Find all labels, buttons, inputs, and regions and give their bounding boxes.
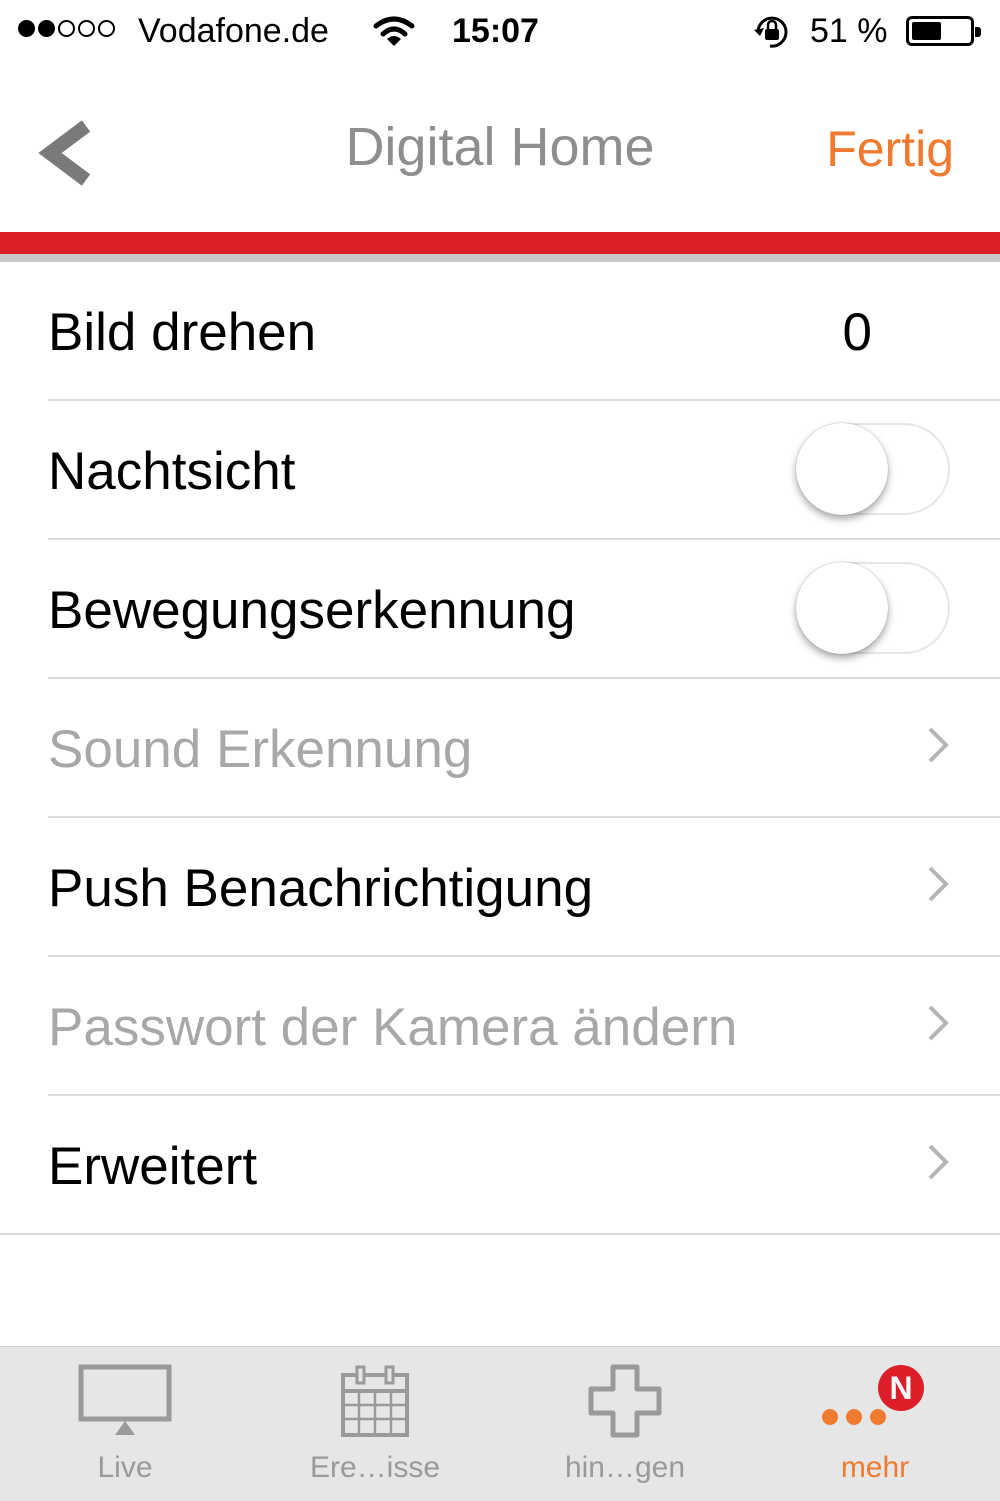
chevron-right-icon — [928, 1144, 949, 1180]
setting-label: Nachtsicht — [48, 442, 296, 501]
settings-list: Bild drehen 0 Nachtsicht Bewegungserkenn… — [0, 262, 1000, 1235]
status-time: 15:07 — [452, 12, 539, 50]
accent-bar-shadow — [0, 254, 1000, 262]
battery-icon — [906, 16, 981, 46]
tab-bar: Live Ere…isse hin…gen N mehr — [0, 1346, 1000, 1501]
navigation-bar: Digital Home Fertig — [0, 66, 1000, 232]
rotation-lock-icon — [754, 16, 788, 48]
tab-live[interactable]: Live — [0, 1347, 250, 1501]
chevron-right-icon — [928, 727, 949, 763]
notification-badge: N — [878, 1365, 924, 1411]
setting-value: 0 — [842, 303, 872, 362]
chevron-right-icon — [928, 866, 949, 902]
tab-events[interactable]: Ere…isse — [250, 1347, 500, 1501]
wifi-icon — [373, 16, 415, 46]
setting-label: Passwort der Kamera ändern — [48, 998, 738, 1057]
tab-label: Live — [97, 1451, 153, 1484]
setting-label: Push Benachrichtigung — [48, 859, 594, 918]
setting-row-sound-detection[interactable]: Sound Erkennung — [48, 679, 1000, 818]
calendar-icon — [341, 1365, 409, 1437]
status-bar: Vodafone.de 15:07 51 % — [0, 0, 1000, 66]
tab-add[interactable]: hin…gen — [500, 1347, 750, 1501]
setting-label: Bild drehen — [48, 303, 317, 362]
tab-label: Ere…isse — [309, 1451, 441, 1484]
setting-row-push-notification[interactable]: Push Benachrichtigung — [48, 818, 1000, 957]
signal-strength-icon — [18, 20, 115, 37]
carrier-name: Vodafone.de — [138, 12, 329, 50]
tab-label: hin…gen — [564, 1451, 686, 1484]
setting-label: Erweitert — [48, 1137, 258, 1196]
setting-row-camera-password[interactable]: Passwort der Kamera ändern — [48, 957, 1000, 1096]
chevron-right-icon — [928, 1005, 949, 1041]
night-vision-toggle[interactable] — [796, 423, 950, 515]
setting-label: Sound Erkennung — [48, 720, 473, 779]
motion-detection-toggle[interactable] — [796, 562, 950, 654]
setting-row-image-rotate[interactable]: Bild drehen 0 — [48, 262, 1000, 401]
done-button[interactable]: Fertig — [826, 120, 954, 178]
setting-label: Bewegungserkennung — [48, 581, 576, 640]
tab-label: mehr — [840, 1451, 910, 1484]
tab-more[interactable]: N mehr — [750, 1347, 1000, 1501]
setting-row-night-vision: Nachtsicht — [48, 401, 1000, 540]
setting-row-motion-detection: Bewegungserkennung — [48, 540, 1000, 679]
battery-percentage: 51 % — [810, 12, 888, 50]
setting-row-advanced[interactable]: Erweitert — [0, 1096, 1000, 1235]
monitor-icon — [78, 1364, 172, 1435]
plus-icon — [588, 1364, 662, 1438]
brand-accent-bar — [0, 232, 1000, 254]
